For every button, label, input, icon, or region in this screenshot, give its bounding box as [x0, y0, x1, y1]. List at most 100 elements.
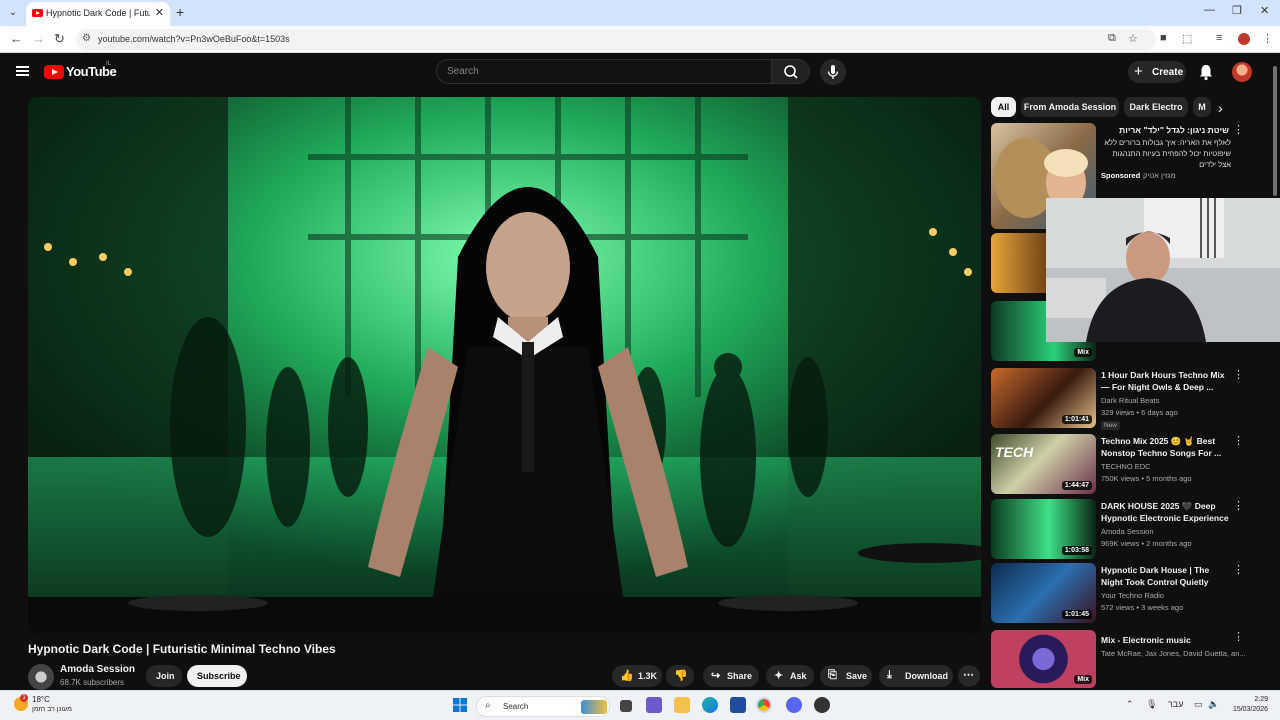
extensions-puzzle-icon[interactable]: ⬚ — [1182, 32, 1192, 45]
subscribe-button[interactable]: Subscribe — [187, 665, 247, 687]
windows-start-icon[interactable] — [452, 697, 468, 713]
app-icon[interactable] — [814, 697, 830, 713]
site-info-icon[interactable]: ⚙ — [82, 33, 91, 44]
channel-avatar[interactable] — [28, 664, 54, 690]
store-icon[interactable] — [730, 697, 746, 713]
browser-tab[interactable]: Hypnotic Dark Code | Futuristic ✕ — [26, 2, 170, 26]
chip-all[interactable]: All — [991, 97, 1016, 117]
more-vert-icon[interactable]: ⋮ — [1233, 630, 1244, 643]
video-thumbnail[interactable]: TECH 1:44:47 — [991, 434, 1096, 494]
notifications-bell-icon[interactable] — [1198, 63, 1214, 81]
chrome-icon[interactable] — [756, 697, 772, 713]
close-tab-icon[interactable]: ✕ — [155, 6, 164, 19]
download-button[interactable]: ⤓ Download — [879, 665, 953, 687]
ad-title[interactable]: שיטת ניגון: לגדל "ילד" אריות — [1101, 124, 1229, 136]
chip-dark-electro[interactable]: Dark Electro — [1124, 97, 1188, 117]
task-view-icon[interactable] — [620, 700, 632, 712]
forward-icon[interactable]: → — [32, 31, 45, 46]
mix-badge: Mix — [1074, 348, 1092, 357]
video-title[interactable]: 1 Hour Dark Hours Techno Mix — For Night… — [1101, 369, 1229, 393]
bookmark-star-icon[interactable]: ☆ — [1128, 32, 1138, 45]
chip-more[interactable]: M — [1193, 97, 1211, 117]
address-bar[interactable]: ⚙ youtube.com/watch?v=Pn3wOeBuFoo&t=1503… — [76, 29, 1156, 50]
channel-name[interactable]: TECHNO EDC — [1101, 462, 1151, 471]
search-button[interactable] — [772, 59, 810, 84]
reload-icon[interactable]: ↻ — [54, 31, 65, 47]
video-thumbnail[interactable]: Mix — [991, 630, 1096, 688]
install-app-icon[interactable]: ⧉ — [1108, 32, 1116, 45]
video-title[interactable]: Mix - Electronic music — [1101, 634, 1229, 646]
volume-icon[interactable]: 🔈 — [1208, 699, 1219, 710]
more-vert-icon[interactable]: ⋮ — [1233, 123, 1244, 136]
minimize-icon[interactable]: — — [1204, 4, 1215, 16]
clock[interactable]: 2:29 15/03/2026 — [1224, 695, 1268, 715]
video-thumbnail[interactable]: 1:03:58 — [991, 499, 1096, 559]
channel-name[interactable]: Amoda Session — [1101, 527, 1154, 536]
close-window-icon[interactable]: ✕ — [1260, 4, 1269, 17]
more-vert-icon[interactable]: ⋮ — [1233, 368, 1244, 381]
video-duration: 1:01:45 — [1061, 610, 1092, 619]
search-box[interactable] — [436, 59, 772, 84]
channel-name[interactable]: Your Techno Radio — [1101, 591, 1164, 600]
more-actions-button[interactable]: ⋯ — [958, 665, 980, 687]
sponsored-badge: Sponsored — [1101, 171, 1141, 180]
language-indicator[interactable]: עבר — [1168, 699, 1183, 709]
share-button[interactable]: ↪ Share — [703, 665, 759, 687]
network-icon[interactable]: ▭ — [1194, 699, 1203, 710]
video-thumbnail[interactable]: 1:01:45 — [991, 563, 1096, 623]
teams-icon[interactable] — [646, 697, 662, 713]
video-thumbnail[interactable] — [991, 233, 1051, 293]
scrollbar-thumb[interactable] — [1273, 66, 1277, 196]
chevron-right-icon[interactable]: › — [1218, 100, 1223, 116]
discord-icon[interactable] — [786, 697, 802, 713]
chip-from-channel[interactable]: From Amoda Session — [1021, 97, 1119, 117]
video-thumbnail[interactable]: 1:01:41 — [991, 368, 1096, 428]
menu-icon[interactable] — [16, 66, 29, 76]
media-controls-icon[interactable]: ≡ — [1216, 32, 1222, 44]
channel-name[interactable]: Amoda Session — [60, 664, 135, 675]
microphone-tray-icon[interactable]: 🎙 — [1146, 699, 1157, 710]
new-tab-button[interactable]: + — [176, 4, 184, 20]
list-item[interactable]: 1:03:58 DARK HOUSE 2025 🖤 Deep Hypnotic … — [991, 499, 1256, 561]
video-frame — [28, 97, 981, 633]
thumbnail-text-logo: TECH — [995, 444, 1034, 460]
taskbar-search[interactable]: ⌕ Search — [476, 696, 610, 717]
video-meta: 572 views • 3 weeks ago — [1101, 603, 1184, 612]
video-title[interactable]: Hypnotic Dark House | The Night Took Con… — [1101, 564, 1229, 588]
edge-icon[interactable] — [702, 697, 718, 713]
tab-list-button[interactable]: ⌄ — [4, 4, 22, 22]
search-input[interactable] — [437, 60, 771, 83]
dislike-button[interactable]: 👎 — [666, 665, 694, 687]
page-scrollbar[interactable] — [1272, 60, 1278, 690]
webcam-feed — [1046, 198, 1280, 342]
list-item[interactable]: TECH 1:44:47 Techno Mix 2025 😊 🤘 Best No… — [991, 434, 1256, 496]
list-item[interactable]: Mix Mix - Electronic music Tate McRae, J… — [991, 630, 1256, 688]
create-button[interactable]: + Create — [1128, 61, 1186, 83]
account-avatar[interactable] — [1232, 62, 1252, 82]
back-icon[interactable]: ← — [10, 31, 23, 46]
more-vert-icon[interactable]: ⋮ — [1233, 563, 1244, 576]
like-button[interactable]: 👍 1.3K — [612, 665, 662, 687]
file-explorer-icon[interactable] — [674, 697, 690, 713]
ad-description: לאלף את האריה: איך גבולות ברורים ללא שיפ… — [1104, 138, 1231, 169]
restore-icon[interactable]: ❐ — [1232, 4, 1242, 17]
search-highlight-icon — [581, 700, 607, 714]
video-title[interactable]: DARK HOUSE 2025 🖤 Deep Hypnotic Electron… — [1101, 500, 1229, 524]
voice-search-button[interactable] — [820, 59, 846, 85]
weather-description: מעונן רב הזמן — [32, 706, 72, 713]
video-player[interactable] — [28, 97, 981, 633]
more-vert-icon[interactable]: ⋮ — [1233, 499, 1244, 512]
video-meta: 969K views • 2 months ago — [1101, 539, 1192, 548]
list-item[interactable]: 1:01:45 Hypnotic Dark House | The Night … — [991, 563, 1256, 625]
list-item[interactable]: 1:01:41 1 Hour Dark Hours Techno Mix — F… — [991, 368, 1256, 430]
channel-name[interactable]: Dark Ritual Beats — [1101, 396, 1159, 405]
save-button[interactable]: ⎘ Save — [820, 665, 872, 687]
video-title[interactable]: Techno Mix 2025 😊 🤘 Best Nonstop Techno … — [1101, 435, 1229, 459]
extension-icon[interactable]: ■ — [1160, 32, 1167, 44]
more-vert-icon[interactable]: ⋮ — [1233, 434, 1244, 447]
ask-button[interactable]: ✦ Ask — [766, 665, 814, 687]
browser-menu-icon[interactable]: ⋮ — [1262, 32, 1273, 45]
join-button[interactable]: Join — [146, 665, 182, 687]
tray-overflow-icon[interactable]: ⌃ — [1126, 699, 1134, 710]
profile-avatar[interactable] — [1238, 33, 1250, 45]
